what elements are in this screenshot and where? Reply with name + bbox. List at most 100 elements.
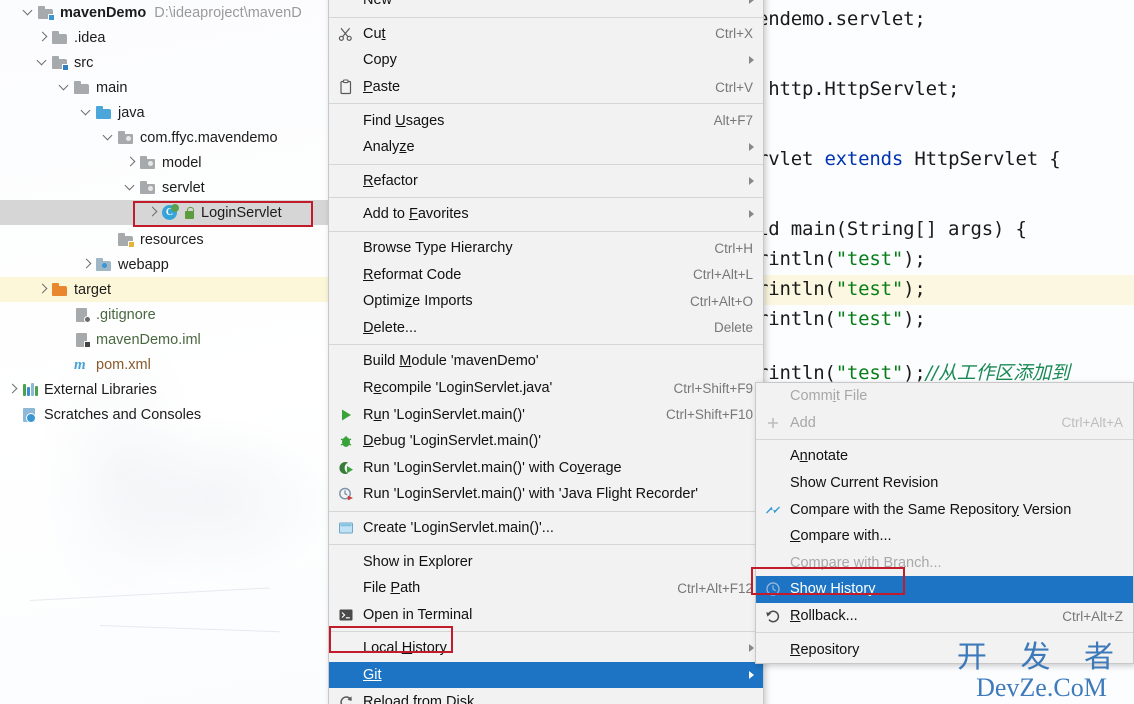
git-menu-item-show-current-revision[interactable]: Show Current Revision (756, 470, 1133, 497)
code-line-4: id main(String[] args) { (757, 218, 1027, 240)
menu-item-cut[interactable]: Cut Ctrl+X (329, 21, 763, 48)
menu-item-label: Add to Favorites (363, 206, 469, 223)
menu-item-label: Browse Type Hierarchy (363, 240, 513, 257)
chevron-down-icon[interactable] (102, 125, 117, 150)
menu-item-add-to-favorites[interactable]: Add to Favorites (329, 201, 763, 228)
menu-separator (329, 230, 763, 232)
menu-item-run-with-coverage[interactable]: Run 'LoginServlet.main()' with Coverage (329, 455, 763, 482)
tree-row-pom[interactable]: m pom.xml (0, 352, 330, 377)
menu-item-new[interactable]: New (329, 0, 763, 14)
tree-row-target[interactable]: target (0, 277, 330, 302)
menu-accelerator: Delete (713, 320, 753, 336)
menu-item-find-usages[interactable]: Find Usages Alt+F7 (329, 107, 763, 134)
git-menu-item-compare-with-branch: Compare with Branch... (756, 550, 1133, 577)
menu-item-file-path[interactable]: File Path Ctrl+Alt+F12 (329, 575, 763, 602)
tree-row-mavendemo[interactable]: mavenDemo D:\ideaproject\mavenD (0, 0, 330, 25)
menu-item-label: Debug 'LoginServlet.main()' (363, 433, 542, 450)
git-menu-item-compare-same-repo-version[interactable]: Compare with the Same Repository Version (756, 496, 1133, 523)
tree-row-resources[interactable]: resources (0, 227, 330, 252)
scratches-icon (21, 407, 39, 423)
tree-row-servlet[interactable]: servlet (0, 175, 330, 200)
chevron-right-icon[interactable] (36, 25, 51, 50)
menu-item-recompile[interactable]: Recompile 'LoginServlet.java' Ctrl+Shift… (329, 375, 763, 402)
tree-row-java[interactable]: java (0, 100, 330, 125)
menu-item-browse-type-hierarchy[interactable]: Browse Type Hierarchy Ctrl+H (329, 235, 763, 262)
chevron-right-icon[interactable] (146, 200, 161, 225)
plus-icon (765, 415, 781, 431)
chevron-down-icon[interactable] (36, 50, 51, 75)
chevron-right-icon (749, 670, 754, 679)
menu-item-delete[interactable]: Delete... Delete (329, 315, 763, 342)
chevron-right-icon[interactable] (36, 277, 51, 302)
menu-item-git[interactable]: Git (329, 661, 763, 689)
git-submenu[interactable]: Commit File Add Ctrl+Alt+A Annotate Show… (755, 382, 1134, 664)
menu-item-label: Reload from Disk (363, 693, 475, 704)
tree-label: main (96, 79, 128, 96)
git-menu-item-rollback[interactable]: Rollback... Ctrl+Alt+Z (756, 603, 1133, 630)
menu-item-label: New (363, 0, 393, 9)
menu-item-label: Git (363, 666, 382, 683)
run-config-icon (338, 520, 354, 536)
menu-item-show-in-explorer[interactable]: Show in Explorer (329, 548, 763, 575)
project-tool-window[interactable]: mavenDemo D:\ideaproject\mavenD .idea sr… (0, 0, 330, 704)
menu-item-label: Compare with the Same Repository Version (790, 501, 1072, 518)
menu-item-debug[interactable]: Debug 'LoginServlet.main()' (329, 428, 763, 455)
code-line-6: rintln("test"); (757, 278, 926, 300)
menu-item-analyze[interactable]: Analyze (329, 134, 763, 161)
tree-row-main[interactable]: main (0, 75, 330, 100)
history-icon (765, 581, 781, 597)
string-literal: "test" (835, 248, 904, 270)
menu-item-run[interactable]: Run 'LoginServlet.main()' Ctrl+Shift+F10 (329, 401, 763, 428)
menu-accelerator: Ctrl+H (714, 240, 753, 256)
chevron-right-icon (749, 644, 754, 653)
git-menu-item-repository[interactable]: Repository (756, 636, 1133, 663)
menu-item-run-with-jfr[interactable]: Run 'LoginServlet.main()' with 'Java Fli… (329, 481, 763, 508)
menu-item-build-module[interactable]: Build Module 'mavenDemo' (329, 348, 763, 375)
menu-item-copy[interactable]: Copy (329, 47, 763, 74)
tree-row-idea[interactable]: .idea (0, 25, 330, 50)
tree-row-src[interactable]: src (0, 50, 330, 75)
menu-separator (329, 544, 763, 546)
context-menu[interactable]: New Cut Ctrl+X Copy Paste Ctrl+V Find Us… (328, 0, 764, 704)
tree-label: src (74, 54, 94, 71)
libraries-icon (21, 382, 39, 398)
tree-label: Scratches and Consoles (44, 406, 202, 423)
tree-row-loginservlet[interactable]: C LoginServlet (0, 200, 330, 225)
tree-row-iml[interactable]: mavenDemo.iml (0, 327, 330, 352)
tree-row-webapp[interactable]: webapp (0, 252, 330, 277)
chevron-down-icon[interactable] (124, 175, 139, 200)
maven-pom-icon: m (74, 356, 86, 373)
chevron-right-icon[interactable] (124, 150, 139, 175)
tree-row-gitignore[interactable]: .gitignore (0, 302, 330, 327)
menu-item-reformat-code[interactable]: Reformat Code Ctrl+Alt+L (329, 261, 763, 288)
string-literal: "test" (835, 278, 904, 300)
git-menu-item-compare-with[interactable]: Compare with... (756, 523, 1133, 550)
menu-separator (329, 103, 763, 105)
menu-item-optimize-imports[interactable]: Optimize Imports Ctrl+Alt+O (329, 288, 763, 315)
git-menu-item-show-history[interactable]: Show History (756, 576, 1133, 603)
tree-row-package-root[interactable]: com.ffyc.mavendemo (0, 125, 330, 150)
tree-row-model[interactable]: model (0, 150, 330, 175)
project-path-label: D:\ideaproject\mavenD (154, 4, 302, 21)
chevron-right-icon[interactable] (6, 377, 21, 402)
menu-item-reload-from-disk[interactable]: Reload from Disk (329, 688, 763, 704)
menu-item-create-run-config[interactable]: Create 'LoginServlet.main()'... (329, 515, 763, 542)
menu-item-local-history[interactable]: Local History (329, 635, 763, 662)
menu-item-label: Find Usages (363, 112, 445, 129)
menu-item-label: Show in Explorer (363, 553, 473, 570)
package-icon (139, 180, 157, 196)
chevron-down-icon[interactable] (58, 75, 73, 100)
git-menu-item-annotate[interactable]: Annotate (756, 443, 1133, 470)
chevron-down-icon[interactable] (22, 0, 37, 25)
tree-label: resources (140, 231, 204, 248)
chevron-down-icon[interactable] (80, 100, 95, 125)
menu-item-refactor[interactable]: Refactor (329, 168, 763, 195)
menu-separator (329, 163, 763, 165)
chevron-right-icon[interactable] (80, 252, 95, 277)
compare-icon (765, 502, 781, 518)
tree-row-scratches[interactable]: Scratches and Consoles (0, 402, 330, 427)
menu-item-paste[interactable]: Paste Ctrl+V (329, 74, 763, 101)
tree-row-external-libraries[interactable]: External Libraries (0, 377, 330, 402)
menu-item-open-in-terminal[interactable]: Open in Terminal (329, 601, 763, 628)
